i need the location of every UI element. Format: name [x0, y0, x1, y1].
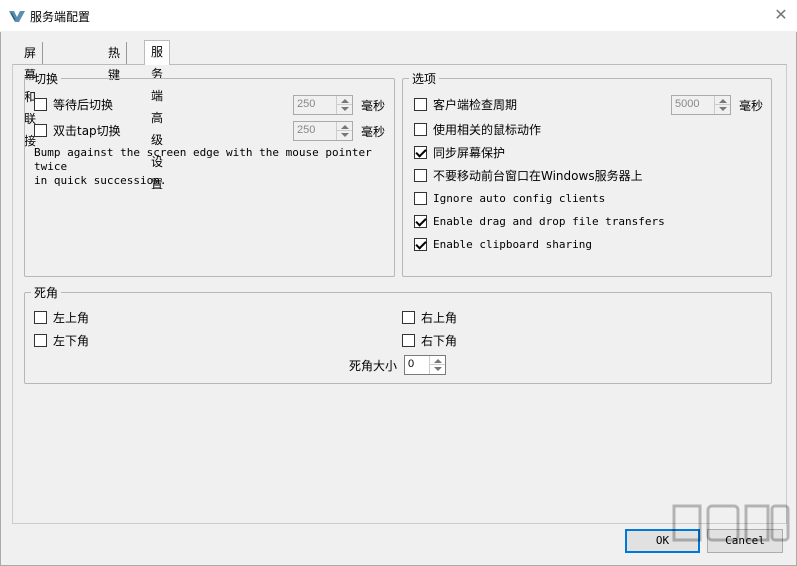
corner-size-label: 死角大小 — [349, 359, 398, 373]
win-foreground-checkbox[interactable] — [414, 168, 427, 182]
tab-hotkeys[interactable]: 热键 — [102, 42, 128, 82]
description-line-1: Bump against the screen edge with the mo… — [34, 146, 372, 173]
double-tap-description: Bump against the screen edge with the mo… — [34, 146, 389, 188]
heartbeat-label: 客户端检查周期 — [433, 97, 518, 112]
top-right-corner-option[interactable]: 右上角 — [402, 308, 457, 326]
wait-switch-unit: 毫秒 — [361, 99, 386, 113]
heartbeat-option[interactable]: 客户端检查周期 — [414, 95, 517, 113]
relative-mouse-label: 使用相关的鼠标动作 — [433, 122, 542, 137]
heartbeat-unit: 毫秒 — [739, 99, 764, 113]
top-left-corner-label: 左上角 — [53, 310, 90, 325]
wait-switch-option[interactable]: 等待后切换 — [34, 95, 113, 113]
clipboard-option[interactable]: Enable clipboard sharing — [414, 235, 592, 253]
drag-drop-checkbox[interactable] — [414, 214, 427, 228]
corner-size-value: 0 — [408, 358, 415, 370]
wait-switch-checkbox[interactable] — [34, 97, 47, 111]
window-title: 服务端配置 — [30, 10, 91, 24]
bottom-right-corner-label: 右下角 — [421, 333, 458, 348]
bottom-left-corner-checkbox[interactable] — [34, 333, 47, 347]
dead-corners-legend: 死角 — [34, 286, 59, 300]
spinner-arrows-icon[interactable] — [336, 122, 352, 140]
heartbeat-checkbox[interactable] — [414, 97, 427, 111]
ignore-auto-config-checkbox[interactable] — [414, 191, 427, 205]
wait-switch-spinner[interactable]: 250 — [293, 95, 353, 115]
dead-corners-group: 死角 — [24, 284, 772, 384]
win-foreground-option[interactable]: 不要移动前台窗口在Windows服务器上 — [414, 166, 643, 184]
tab-screens-links[interactable]: 屏幕和联接 — [18, 42, 44, 148]
screensaver-sync-checkbox[interactable] — [414, 145, 427, 159]
relative-mouse-option[interactable]: 使用相关的鼠标动作 — [414, 120, 541, 138]
double-tap-label: 双击tap切换 — [53, 123, 121, 138]
app-logo-icon — [8, 8, 26, 24]
drag-drop-option[interactable]: Enable drag and drop file transfers — [414, 212, 665, 230]
double-tap-checkbox[interactable] — [34, 123, 47, 137]
spinner-arrows-icon[interactable] — [714, 96, 730, 114]
bottom-right-corner-option[interactable]: 右下角 — [402, 331, 457, 349]
switch-group-legend: 切换 — [34, 72, 59, 86]
options-group-legend: 选项 — [412, 72, 437, 86]
clipboard-label: Enable clipboard sharing — [433, 237, 592, 251]
spinner-arrows-icon[interactable] — [429, 356, 445, 374]
ignore-auto-config-label: Ignore auto config clients — [433, 191, 606, 205]
drag-drop-label: Enable drag and drop file transfers — [433, 214, 665, 228]
watermark-logo-icon — [672, 504, 790, 542]
relative-mouse-checkbox[interactable] — [414, 122, 427, 136]
win-foreground-label: 不要移动前台窗口在Windows服务器上 — [433, 168, 643, 183]
wait-switch-label: 等待后切换 — [53, 97, 114, 112]
description-line-2: in quick succession. — [34, 174, 167, 187]
screensaver-sync-label: 同步屏幕保护 — [433, 145, 506, 160]
screensaver-sync-option[interactable]: 同步屏幕保护 — [414, 143, 505, 161]
bottom-right-corner-checkbox[interactable] — [402, 333, 415, 347]
heartbeat-spinner[interactable]: 5000 — [671, 95, 731, 115]
double-tap-option[interactable]: 双击tap切换 — [34, 121, 121, 139]
top-left-corner-option[interactable]: 左上角 — [34, 308, 89, 326]
bottom-left-corner-option[interactable]: 左下角 — [34, 331, 89, 349]
heartbeat-value: 5000 — [675, 98, 700, 110]
tab-advanced-server-settings[interactable]: 服务端高级设置 — [144, 40, 171, 191]
close-icon[interactable]: ✕ — [770, 4, 792, 26]
double-tap-value: 250 — [297, 124, 316, 136]
ignore-auto-config-option[interactable]: Ignore auto config clients — [414, 189, 605, 207]
clipboard-checkbox[interactable] — [414, 237, 427, 251]
double-tap-unit: 毫秒 — [361, 125, 386, 139]
top-left-corner-checkbox[interactable] — [34, 310, 47, 324]
top-right-corner-label: 右上角 — [421, 310, 458, 325]
double-tap-spinner[interactable]: 250 — [293, 121, 353, 141]
wait-switch-value: 250 — [297, 98, 316, 110]
top-right-corner-checkbox[interactable] — [402, 310, 415, 324]
bottom-left-corner-label: 左下角 — [53, 333, 90, 348]
spinner-arrows-icon[interactable] — [336, 96, 352, 114]
title-bar: 服务端配置 ✕ — [0, 0, 797, 32]
corner-size-spinner[interactable]: 0 — [404, 355, 446, 375]
